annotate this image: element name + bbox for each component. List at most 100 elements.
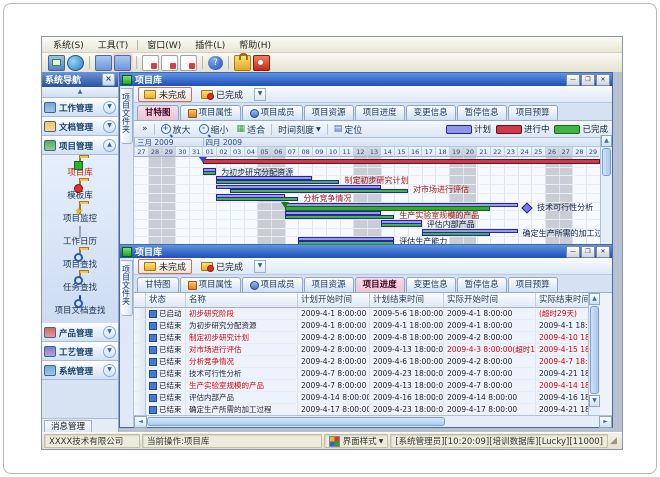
chevron-down-icon[interactable]: ▼ [103, 101, 116, 114]
table-row[interactable]: 已结束对市场进行评估2009-4-2 8:00:002009-4-13 18:0… [134, 344, 600, 356]
sidebar-group-3[interactable]: 产品管理▼ [42, 323, 118, 342]
collapse-arrow-icon[interactable]: ▲ [42, 87, 118, 98]
table-tab-3[interactable]: 项目资源 [304, 277, 354, 292]
sidebar-item-1[interactable]: 模板库 [42, 181, 118, 201]
maximize-button[interactable]: ❐ [581, 246, 595, 258]
close-button[interactable]: ✕ [596, 74, 610, 86]
resize-grip[interactable]: ◢ [610, 435, 620, 447]
help-icon[interactable] [208, 56, 223, 70]
table-tab-0[interactable]: 甘特图 [137, 277, 179, 292]
lock-icon[interactable] [234, 55, 251, 71]
gantt-progress-bar[interactable] [216, 180, 339, 184]
minimize-button[interactable]: — [566, 74, 580, 86]
table-row[interactable]: 已结束确定生产所需的加工过程2009-4-17 8:00:002009-4-23… [134, 404, 600, 415]
menu-item-1[interactable]: 工具(T) [91, 37, 136, 52]
workspace-icon[interactable] [48, 55, 65, 71]
gantt-tab-4[interactable]: 项目进度 [355, 105, 405, 120]
chevron-down-icon[interactable]: ▼ [254, 260, 266, 273]
sidebar-group-2[interactable]: 项目管理▲ [42, 136, 118, 155]
zoom-out-button[interactable]: -缩小 [195, 123, 233, 136]
gantt-window-titlebar[interactable]: 项目库 — ❐ ✕ [120, 73, 612, 86]
progress-table[interactable]: 状态名称计划开始时间计划结束时间实际开始时间实际结束时间预算成本 已启动初步研究… [134, 293, 600, 415]
scroll-thumb[interactable] [602, 148, 611, 176]
table-row[interactable]: 已结束技术可行性分析2009-4-7 8:00:002009-4-23 18:0… [134, 368, 600, 380]
menu-item-2[interactable]: 窗口(W) [140, 37, 188, 52]
time-scale-button[interactable]: 时间刻度▼ [274, 123, 325, 136]
sidebar-item-4[interactable]: 项目查找 [42, 250, 118, 270]
chevron-down-icon[interactable]: ▼ [103, 345, 116, 358]
table-row[interactable]: 已结束为初步研究分配资源2009-4-1 8:00:002009-4-1 18:… [134, 320, 600, 332]
table-tab-2[interactable]: 项目成员 [242, 277, 303, 292]
sidebar-item-5[interactable]: 任务查找 [42, 273, 118, 293]
locate-button[interactable]: ▤定位 [330, 123, 367, 136]
close-button[interactable]: ✕ [596, 246, 610, 258]
gantt-tab-7[interactable]: 项目预算 [508, 105, 558, 120]
sidebar-item-6[interactable]: 项目文档查找 [42, 296, 118, 316]
gantt-canvas[interactable]: 为初步研究分配资源制定初步研究计划对市场进行评估分析竞争情况技术可行性分析生产实… [134, 157, 600, 245]
table-tab-7[interactable]: 项目预算 [508, 277, 558, 292]
tab-project-folders[interactable]: 项目文件夹 [121, 260, 133, 316]
unfinished-filter-button[interactable]: 未完成 [138, 87, 192, 102]
zoom-in-button[interactable]: +放大 [157, 123, 195, 136]
interface-style-button[interactable]: 界面样式 ▼ [324, 434, 389, 448]
sidebar-item-0[interactable]: 项目库 [42, 158, 118, 178]
chevron-down-icon[interactable]: ▼ [103, 120, 116, 133]
project-window-icon[interactable] [114, 55, 131, 71]
gantt-tab-5[interactable]: 变更信息 [406, 105, 456, 120]
folder-icon[interactable] [95, 55, 112, 71]
exit-icon[interactable] [253, 55, 270, 71]
gantt-tab-0[interactable]: 甘特图 [137, 105, 179, 120]
gantt-tab-1[interactable]: 项目属性 [180, 105, 241, 120]
sidebar-group-5[interactable]: 系统管理▼ [42, 361, 118, 380]
gantt-progress-bar[interactable] [381, 223, 422, 227]
column-header-1[interactable]: 状态 [146, 293, 186, 308]
report-icon-2[interactable] [161, 55, 178, 71]
sidebar-item-3[interactable]: 工作日历 [42, 227, 118, 247]
gantt-tab-6[interactable]: 暂停信息 [457, 105, 507, 120]
tab-project-folders[interactable]: 项目文件夹 [121, 88, 133, 144]
column-header-3[interactable]: 计划开始时间 [298, 293, 370, 308]
minimize-button[interactable]: — [566, 246, 580, 258]
table-window-titlebar[interactable]: 项目库 — ❐ ✕ [120, 245, 612, 258]
table-row[interactable]: 已结束评估内部产品2009-4-14 8:00:002009-4-16 18:0… [134, 392, 600, 404]
sidebar-group-0[interactable]: 工作管理▼ [42, 98, 118, 117]
gantt-tab-2[interactable]: 项目成员 [242, 105, 303, 120]
globe-icon[interactable] [67, 55, 84, 71]
table-vertical-scrollbar[interactable]: ▲ ▼ [588, 293, 600, 415]
table-tab-4[interactable]: 项目进度 [355, 277, 405, 292]
table-row[interactable]: 已启动初步研究阶段2009-4-1 8:00:002009-5-6 18:00:… [134, 308, 600, 320]
close-icon[interactable]: × [102, 73, 115, 86]
table-row[interactable]: 已结束制定初步研究计划2009-4-2 8:00:002009-4-8 18:0… [134, 332, 600, 344]
gantt-tab-3[interactable]: 项目资源 [304, 105, 354, 120]
column-header-5[interactable]: 实际开始时间 [444, 293, 536, 308]
scroll-right-icon[interactable]: ► [599, 416, 612, 428]
gantt-summary-bar[interactable] [203, 159, 600, 164]
chevron-down-icon[interactable]: ▼ [103, 364, 116, 377]
gantt-progress-bar[interactable] [203, 171, 217, 175]
scroll-thumb[interactable] [590, 306, 599, 394]
menu-item-0[interactable]: 系统(S) [46, 37, 91, 52]
gantt-progress-bar[interactable] [285, 215, 395, 219]
finished-filter-button[interactable]: 已完成 [195, 259, 249, 274]
scroll-thumb[interactable] [147, 417, 445, 426]
gantt-progress-bar[interactable] [422, 232, 491, 236]
table-row[interactable]: 已结束生产实验室规模的产品2009-4-7 8:00:002009-4-13 1… [134, 380, 600, 392]
sidebar-group-1[interactable]: 文档管理▼ [42, 117, 118, 136]
scroll-up-icon[interactable]: ▲ [589, 293, 600, 305]
table-row[interactable]: 已结束分析竞争情况2009-4-2 8:00:002009-4-6 18:00:… [134, 356, 600, 368]
chevron-up-icon[interactable]: ▲ [103, 139, 116, 152]
menu-item-4[interactable]: 帮助(H) [232, 37, 278, 52]
finished-filter-button[interactable]: 已完成 [195, 87, 249, 102]
chevron-down-icon[interactable]: ▼ [103, 326, 116, 339]
sidebar-group-4[interactable]: 工艺管理▼ [42, 342, 118, 361]
menu-item-3[interactable]: 插件(L) [188, 37, 232, 52]
table-tab-6[interactable]: 暂停信息 [457, 277, 507, 292]
scroll-down-icon[interactable]: ▼ [589, 395, 600, 407]
sidebar-item-2[interactable]: 项目监控 [42, 204, 118, 224]
gantt-vertical-scrollbar[interactable]: ▲ [600, 135, 612, 245]
table-tab-1[interactable]: 项目属性 [180, 277, 241, 292]
gantt-progress-bar[interactable] [230, 189, 408, 193]
maximize-button[interactable]: ❐ [581, 74, 595, 86]
column-header-2[interactable]: 名称 [186, 293, 298, 308]
table-horizontal-scrollbar[interactable]: ◄ ► [134, 415, 612, 427]
